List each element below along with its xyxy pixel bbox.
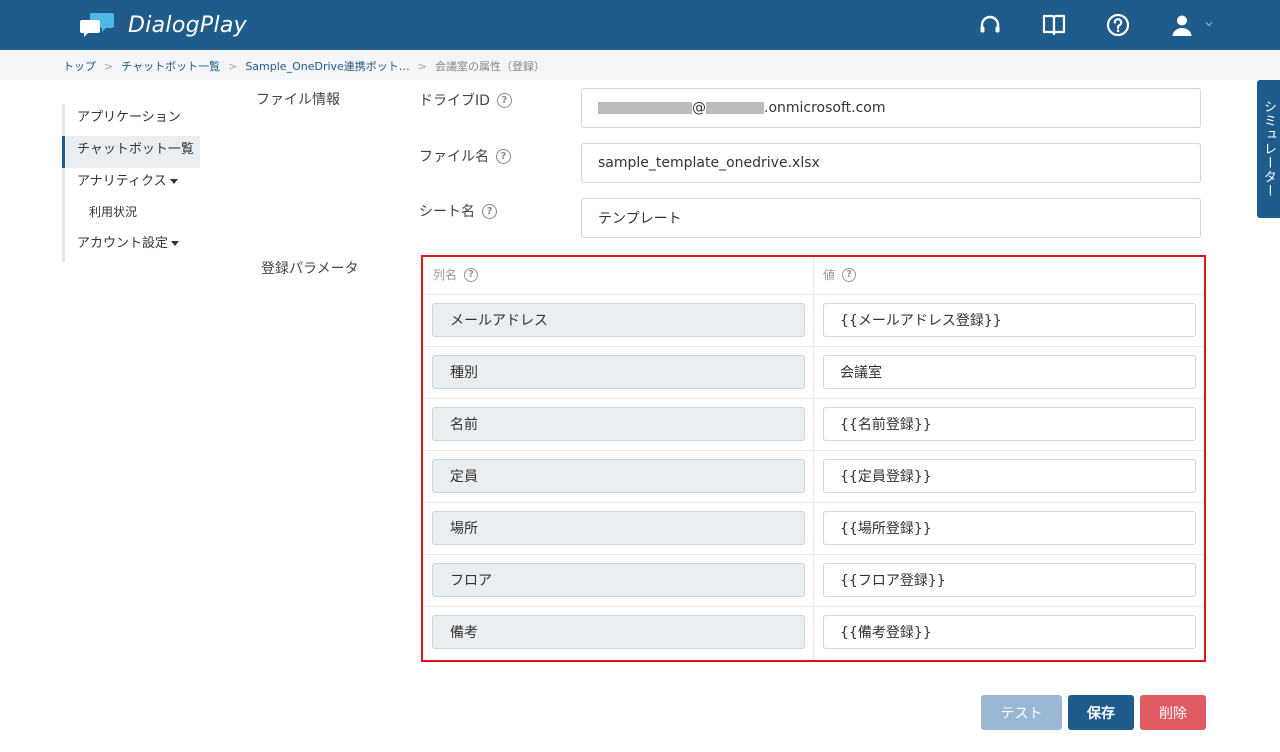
- breadcrumb: トップ > チャットボット一覧 > Sample_OneDrive連携ボット… …: [63, 58, 545, 74]
- sheet-name-label-text: シート名: [419, 204, 475, 220]
- help-icon[interactable]: ?: [496, 148, 511, 164]
- value-header: 値 ?: [823, 266, 857, 283]
- drive-id-field[interactable]: @ .onmicrosoft.com: [581, 88, 1201, 128]
- param-name-field[interactable]: 名前: [432, 407, 805, 441]
- col-name-header-text: 列名: [433, 268, 458, 282]
- row-divider: [423, 450, 1204, 451]
- book-icon[interactable]: [1040, 11, 1068, 39]
- drive-id-at: @: [692, 100, 706, 116]
- file-name-label: ファイル名 ?: [419, 146, 511, 166]
- param-value-field[interactable]: {{備考登録}}: [823, 615, 1196, 649]
- breadcrumb-current: 会議室の属性（登録）: [435, 60, 546, 73]
- param-name-field[interactable]: 定員: [432, 459, 805, 493]
- app-logo[interactable]: DialogPlay: [80, 10, 247, 40]
- redacted-mask: [706, 102, 764, 114]
- param-value-field[interactable]: {{定員登録}}: [823, 459, 1196, 493]
- sidebar-item-label: チャットボット一覧: [77, 142, 194, 157]
- sheet-name-field[interactable]: テンプレート: [581, 198, 1201, 238]
- param-value-field[interactable]: {{メールアドレス登録}}: [823, 303, 1196, 337]
- chat-bubbles-icon: [80, 13, 114, 37]
- caret-down-icon: [169, 179, 178, 184]
- breadcrumb-top[interactable]: トップ: [63, 58, 96, 74]
- drive-id-label-text: ドライブID: [419, 93, 490, 109]
- help-icon[interactable]: ?: [496, 92, 512, 108]
- chevron-right-icon: >: [417, 59, 428, 73]
- sidebar-item-label: アカウント設定: [77, 236, 169, 251]
- help-icon[interactable]: ?: [464, 267, 479, 282]
- param-name-field[interactable]: フロア: [432, 563, 805, 597]
- param-value-field[interactable]: {{場所登録}}: [823, 511, 1196, 545]
- headset-icon[interactable]: [976, 11, 1004, 39]
- row-divider: [423, 294, 1204, 295]
- sheet-name-label: シート名 ?: [419, 201, 497, 221]
- param-name-field[interactable]: 場所: [432, 511, 805, 545]
- file-name-value: sample_template_onedrive.xlsx: [598, 155, 820, 171]
- sheet-name-value: テンプレート: [598, 211, 682, 227]
- row-divider: [423, 502, 1204, 503]
- row-divider: [423, 606, 1204, 607]
- row-divider: [423, 554, 1204, 555]
- top-navbar: DialogPlay: [0, 0, 1280, 50]
- sidebar: アプリケーション チャットボット一覧 アナリティクス 利用状況 アカウント設定: [62, 104, 212, 262]
- chevron-down-icon[interactable]: [1205, 20, 1213, 28]
- sidebar-item-analytics[interactable]: アナリティクス: [62, 168, 212, 200]
- simulator-tab[interactable]: シミュレーター: [1257, 80, 1280, 218]
- row-divider: [423, 398, 1204, 399]
- param-value-field[interactable]: {{フロア登録}}: [823, 563, 1196, 597]
- param-name-field[interactable]: 備考: [432, 615, 805, 649]
- sidebar-item-applications[interactable]: アプリケーション: [62, 104, 212, 136]
- help-icon[interactable]: ?: [842, 267, 857, 282]
- breadcrumb-bot[interactable]: Sample_OneDrive連携ボット…: [245, 58, 409, 74]
- sidebar-item-label: アナリティクス: [77, 174, 167, 189]
- file-name-field[interactable]: sample_template_onedrive.xlsx: [581, 143, 1201, 183]
- params-section-label: 登録パラメータ: [261, 261, 359, 277]
- drive-id-domain: .onmicrosoft.com: [764, 100, 886, 116]
- file-name-label-text: ファイル名: [419, 149, 489, 165]
- redacted-mask: [598, 102, 692, 114]
- sidebar-item-label: アプリケーション: [77, 110, 181, 125]
- delete-button[interactable]: 削除: [1140, 695, 1206, 730]
- breadcrumb-bar: トップ > チャットボット一覧 > Sample_OneDrive連携ボット… …: [0, 50, 1280, 80]
- param-name-field[interactable]: 種別: [432, 355, 805, 389]
- file-info-section-label: ファイル情報: [256, 92, 340, 108]
- test-button[interactable]: テスト: [981, 695, 1062, 730]
- param-value-field[interactable]: {{名前登録}}: [823, 407, 1196, 441]
- row-divider: [423, 346, 1204, 347]
- caret-down-icon: [171, 241, 180, 246]
- chevron-right-icon: >: [228, 59, 238, 73]
- param-value-field[interactable]: 会議室: [823, 355, 1196, 389]
- help-icon[interactable]: ?: [482, 203, 497, 219]
- sidebar-item-usage[interactable]: 利用状況: [62, 200, 212, 230]
- breadcrumb-chatbot-list[interactable]: チャットボット一覧: [121, 58, 220, 74]
- param-name-field[interactable]: メールアドレス: [432, 303, 805, 337]
- sidebar-item-account-settings[interactable]: アカウント設定: [62, 230, 212, 262]
- app-name: DialogPlay: [128, 12, 247, 38]
- value-header-text: 値: [823, 268, 836, 282]
- chevron-right-icon: >: [104, 59, 114, 73]
- save-button[interactable]: 保存: [1068, 695, 1134, 730]
- user-icon[interactable]: [1168, 11, 1196, 39]
- sidebar-item-label: 利用状況: [89, 205, 138, 219]
- column-divider: [813, 257, 814, 660]
- help-circle-icon[interactable]: [1104, 11, 1132, 39]
- col-name-header: 列名 ?: [433, 266, 479, 283]
- sidebar-item-chatbot-list[interactable]: チャットボット一覧: [62, 136, 200, 168]
- drive-id-label: ドライブID ?: [419, 90, 512, 110]
